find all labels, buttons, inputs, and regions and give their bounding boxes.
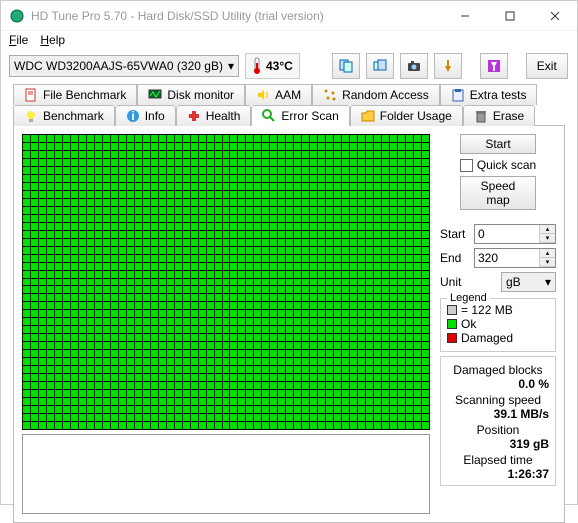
tab-folder-usage[interactable]: Folder Usage xyxy=(350,105,463,126)
end-field[interactable]: ▴▾ xyxy=(474,248,556,268)
legend-box: Legend = 122 MB Ok Damaged xyxy=(440,298,556,352)
tab-random-access[interactable]: Random Access xyxy=(312,84,440,105)
minimize-button[interactable] xyxy=(442,1,487,31)
tab-container: File Benchmark Disk monitor AAM Random A… xyxy=(1,83,577,125)
start-button[interactable]: Start xyxy=(460,134,536,154)
options-button[interactable] xyxy=(434,53,462,79)
trash-icon xyxy=(474,109,488,123)
start-input[interactable] xyxy=(475,225,539,243)
tab-extra-tests[interactable]: Extra tests xyxy=(440,84,538,105)
side-panel: Start Quick scan Speed map Start ▴▾ End … xyxy=(436,134,556,514)
unit-select[interactable]: gB▾ xyxy=(501,272,556,292)
random-icon xyxy=(323,88,337,102)
log-box xyxy=(22,434,430,514)
tab-content: Start Quick scan Speed map Start ▴▾ End … xyxy=(13,125,565,523)
elapsed-value: 1:26:37 xyxy=(447,467,549,481)
tab-aam[interactable]: AAM xyxy=(245,84,312,105)
copy-info-button[interactable] xyxy=(332,53,360,79)
maximize-button[interactable] xyxy=(487,1,532,31)
tab-erase[interactable]: Erase xyxy=(463,105,535,126)
scan-grid xyxy=(22,134,430,430)
start-label: Start xyxy=(440,227,470,241)
svg-text:i: i xyxy=(131,109,134,123)
temperature-display: 43°C xyxy=(245,53,300,79)
screenshot-button[interactable] xyxy=(400,53,428,79)
magnifier-icon xyxy=(262,109,276,123)
menubar: File Help xyxy=(1,31,577,49)
chevron-down-icon: ▾ xyxy=(228,59,234,73)
legend-square-ok xyxy=(447,319,457,329)
stats-box: Damaged blocks 0.0 % Scanning speed 39.1… xyxy=(440,356,556,486)
thermometer-icon xyxy=(252,57,262,75)
tab-info[interactable]: iInfo xyxy=(115,105,176,126)
tab-benchmark[interactable]: Benchmark xyxy=(13,105,115,126)
titlebar: HD Tune Pro 5.70 - Hard Disk/SSD Utility… xyxy=(1,1,577,31)
spin-down[interactable]: ▾ xyxy=(540,234,555,243)
exit-button[interactable]: Exit xyxy=(526,53,568,79)
save-button[interactable] xyxy=(480,53,508,79)
menu-help[interactable]: Help xyxy=(40,33,65,47)
file-icon xyxy=(24,88,38,102)
monitor-icon xyxy=(148,88,162,102)
unit-label: Unit xyxy=(440,275,470,289)
speed-map-button[interactable]: Speed map xyxy=(460,176,536,210)
position-value: 319 gB xyxy=(447,437,549,451)
window-title: HD Tune Pro 5.70 - Hard Disk/SSD Utility… xyxy=(31,9,442,23)
tab-disk-monitor[interactable]: Disk monitor xyxy=(137,84,245,105)
close-button[interactable] xyxy=(532,1,577,31)
menu-file[interactable]: File xyxy=(9,33,28,47)
checkbox-icon xyxy=(460,159,473,172)
spin-up[interactable]: ▴ xyxy=(540,249,555,258)
tab-error-scan[interactable]: Error Scan xyxy=(251,105,349,126)
damaged-value: 0.0 % xyxy=(447,377,549,391)
temperature-value: 43°C xyxy=(266,59,293,73)
folder-icon xyxy=(361,109,375,123)
speaker-icon xyxy=(256,88,270,102)
legend-square-size xyxy=(447,305,457,315)
speed-value: 39.1 MB/s xyxy=(447,407,549,421)
health-icon xyxy=(187,109,201,123)
end-label: End xyxy=(440,251,470,265)
tab-file-benchmark[interactable]: File Benchmark xyxy=(13,84,137,105)
toolbar: WDC WD3200AAJS-65VWA0 (320 gB) ▾ 43°C Ex… xyxy=(1,49,577,83)
scan-area xyxy=(22,134,430,514)
start-field[interactable]: ▴▾ xyxy=(474,224,556,244)
tab-health[interactable]: Health xyxy=(176,105,252,126)
drive-select-value: WDC WD3200AAJS-65VWA0 (320 gB) xyxy=(14,59,223,73)
spin-up[interactable]: ▴ xyxy=(540,225,555,234)
info-icon: i xyxy=(126,109,140,123)
chevron-down-icon: ▾ xyxy=(545,275,551,289)
copy-screenshot-button[interactable] xyxy=(366,53,394,79)
clipboard-icon xyxy=(451,88,465,102)
drive-select[interactable]: WDC WD3200AAJS-65VWA0 (320 gB) ▾ xyxy=(9,55,239,77)
quick-scan-checkbox[interactable]: Quick scan xyxy=(440,158,556,172)
app-icon xyxy=(9,8,25,24)
legend-square-damaged xyxy=(447,333,457,343)
bulb-icon xyxy=(24,109,38,123)
end-input[interactable] xyxy=(475,249,539,267)
spin-down[interactable]: ▾ xyxy=(540,258,555,267)
